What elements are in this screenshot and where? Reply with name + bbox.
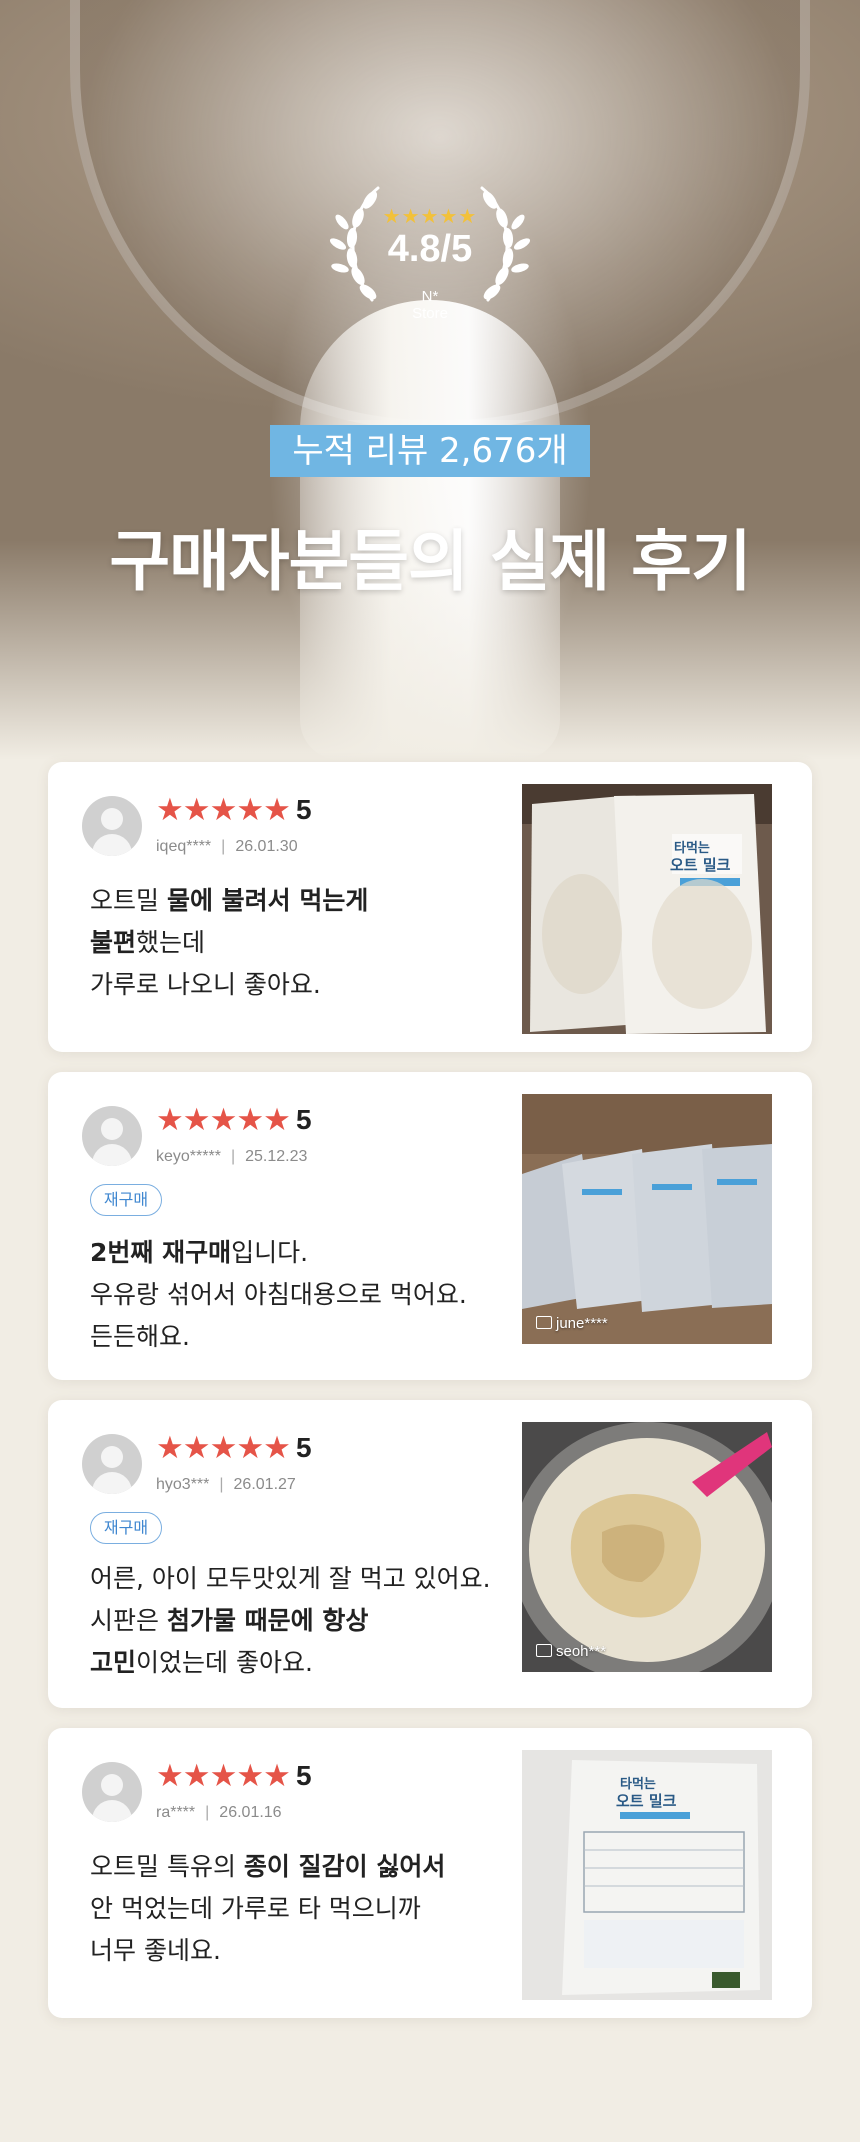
review-text-line: 시판은 첨가물 때문에 항상: [90, 1600, 491, 1642]
rating-stars: ★★★★★: [156, 1758, 291, 1794]
product-label-line1: 타먹는: [674, 840, 710, 856]
store-logo-mark: N*: [421, 288, 439, 305]
cumulative-review-count-badge: 누적 리뷰 2,676개: [270, 425, 590, 477]
review-rating: ★★★★★ 5: [156, 1102, 312, 1138]
review-text-segment: 어른, 아이 모두맛있게 잘 먹고 있어요.: [90, 1564, 491, 1593]
review-meta: iqeq**** | 26.01.30: [156, 838, 298, 855]
rating-score: 5: [295, 1432, 312, 1463]
rating-stars: ★★★★★: [156, 792, 291, 828]
repurchase-tag: 재구매: [90, 1184, 162, 1216]
store-label: N* Store: [320, 288, 540, 322]
review-text-line: 불편했는데: [90, 922, 368, 964]
review-text-segment: 가루로 나오니 좋아요.: [90, 970, 321, 999]
reviewer-name: iqeq****: [156, 838, 212, 855]
average-rating: 4.8/5: [387, 228, 473, 270]
review-text-emphasis: 불편: [90, 928, 137, 957]
image-icon: [536, 1316, 552, 1329]
review-text-line: 어른, 아이 모두맛있게 잘 먹고 있어요.: [90, 1558, 491, 1600]
review-text-line: 가루로 나오니 좋아요.: [90, 964, 368, 1006]
hero-banner: ★★★★★ 4.8/5 N* Store 누적 리뷰 2,676개 구매자분들의…: [0, 0, 860, 760]
avatar: [82, 1106, 142, 1166]
repurchase-tag: 재구매: [90, 1512, 162, 1544]
review-text-segment: 입니다.: [231, 1238, 309, 1267]
review-card: ★★★★★ 5 keyo***** | 25.12.23 재구매 2번째 재구매입니다…: [48, 1072, 812, 1380]
review-text-segment: 오트밀 특유의: [90, 1852, 244, 1881]
review-date: 25.12.23: [245, 1148, 308, 1165]
review-meta: ra**** | 26.01.16: [156, 1804, 282, 1821]
review-text-line: 너무 좋네요.: [90, 1930, 445, 1972]
review-text-emphasis: 물에 불려서 먹는게: [166, 886, 369, 915]
photo-watermark: seoh***: [536, 1643, 606, 1660]
review-text: 오트밀 특유의 종이 질감이 싫어서안 먹었는데 가루로 타 먹으니까너무 좋네…: [90, 1846, 445, 1972]
review-text-emphasis: 첨가물 때문에 항상: [166, 1606, 369, 1635]
review-card: ★★★★★ 5 iqeq**** | 26.01.30 오트밀 물에 불려서 먹는게 불…: [48, 762, 812, 1052]
photo-watermark: june****: [536, 1315, 608, 1332]
review-text-line: 오트밀 특유의 종이 질감이 싫어서: [90, 1846, 445, 1888]
rating-stars: ★★★★★: [156, 1430, 291, 1466]
image-icon: [536, 1644, 552, 1657]
avatar: [82, 1762, 142, 1822]
rating-stars: ★★★★★: [156, 1102, 291, 1138]
product-label-line2: 오트 밀크: [616, 1792, 677, 1810]
review-text-line: 고민이었는데 좋아요.: [90, 1642, 491, 1684]
review-date: 26.01.27: [233, 1476, 296, 1493]
review-photo[interactable]: 타먹는 오트 밀크: [522, 1750, 772, 2000]
review-photo[interactable]: 타먹는 오트 밀크: [522, 784, 772, 1034]
review-photo[interactable]: june****: [522, 1094, 772, 1344]
rating-award-emblem: ★★★★★ 4.8/5 N* Store: [320, 170, 540, 330]
review-photo[interactable]: seoh***: [522, 1422, 772, 1672]
review-text-segment: 이었는데 좋아요.: [136, 1648, 313, 1677]
review-text-line: 든든해요.: [90, 1316, 467, 1358]
review-text-segment: 시판은: [90, 1606, 167, 1635]
reviewer-name: keyo*****: [156, 1148, 221, 1165]
rating-score: 5: [295, 1104, 312, 1135]
review-text-emphasis: 고민: [90, 1648, 137, 1677]
review-text: 2번째 재구매입니다. 우유랑 섞어서 아침대용으로 먹어요. 든든해요.: [90, 1232, 467, 1358]
review-text-line: 우유랑 섞어서 아침대용으로 먹어요.: [90, 1274, 467, 1316]
review-meta: hyo3*** | 26.01.27: [156, 1476, 296, 1493]
review-card: ★★★★★ 5 hyo3*** | 26.01.27 재구매 어른, 아이 모두맛있게…: [48, 1400, 812, 1708]
reviewer-name: ra****: [156, 1804, 196, 1821]
rating-score: 5: [295, 794, 312, 825]
product-label-line2: 오트 밀크: [670, 856, 731, 874]
review-date: 26.01.30: [235, 838, 298, 855]
review-text-emphasis: 2번째 재구매: [90, 1238, 232, 1267]
review-card: ★★★★★ 5 ra**** | 26.01.16 오트밀 특유의 종이 질감이 싫어…: [48, 1728, 812, 2018]
avatar: [82, 1434, 142, 1494]
review-text-line: 안 먹었는데 가루로 타 먹으니까: [90, 1888, 445, 1930]
review-rating: ★★★★★ 5: [156, 1758, 312, 1794]
review-text-line: 오트밀 물에 불려서 먹는게: [90, 880, 368, 922]
review-text-emphasis: 종이 질감이 싫어서: [243, 1852, 446, 1881]
award-stars: ★★★★★: [382, 204, 478, 228]
review-meta: keyo***** | 25.12.23: [156, 1148, 308, 1165]
store-name: Store: [412, 305, 448, 322]
avatar: [82, 796, 142, 856]
review-text: 오트밀 물에 불려서 먹는게 불편했는데 가루로 나오니 좋아요.: [90, 880, 368, 1006]
rating-score: 5: [295, 1760, 312, 1791]
reviewer-name: hyo3***: [156, 1476, 210, 1493]
review-text-segment: 우유랑 섞어서 아침대용으로 먹어요.: [90, 1280, 467, 1309]
product-label-line1: 타먹는: [620, 1776, 656, 1792]
review-text-line: 2번째 재구매입니다.: [90, 1232, 467, 1274]
review-text-segment: 든든해요.: [90, 1322, 190, 1351]
page-headline: 구매자분들의 실제 후기: [109, 523, 751, 600]
review-text-segment: 했는데: [136, 928, 206, 957]
review-text: 어른, 아이 모두맛있게 잘 먹고 있어요. 시판은 첨가물 때문에 항상 고민이었…: [90, 1558, 491, 1684]
review-date: 26.01.16: [219, 1804, 282, 1821]
review-rating: ★★★★★ 5: [156, 792, 312, 828]
review-text-segment: 너무 좋네요.: [90, 1936, 221, 1965]
review-text-segment: 안 먹었는데 가루로 타 먹으니까: [90, 1894, 421, 1923]
review-rating: ★★★★★ 5: [156, 1430, 312, 1466]
review-text-segment: 오트밀: [90, 886, 167, 915]
